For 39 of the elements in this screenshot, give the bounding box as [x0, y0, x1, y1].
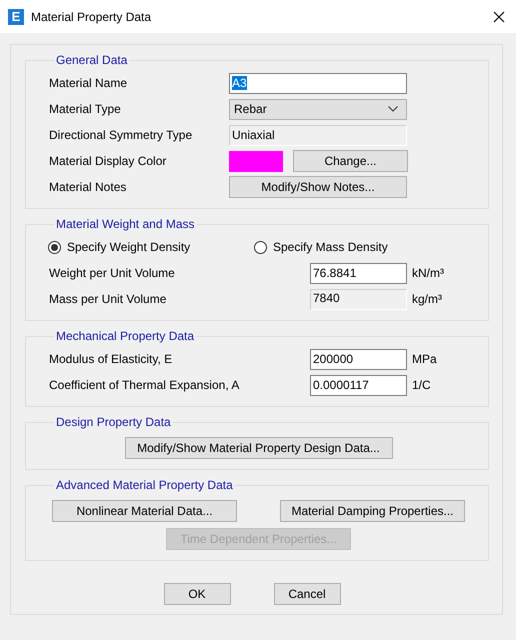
number-field[interactable]: 0.0000117	[310, 374, 407, 396]
unit-label: 1/C	[412, 378, 431, 392]
unit-label: kg/m³	[412, 292, 442, 306]
field-label: Mass per Unit Volume	[49, 292, 168, 306]
radio-button[interactable]	[254, 240, 267, 254]
field-label: Material Notes	[49, 180, 128, 194]
group-title: Advanced Material Property Data	[55, 478, 234, 492]
notes-button[interactable]: Modify/Show Notes...	[229, 176, 407, 198]
window-title: Material Property Data	[31, 10, 152, 24]
field-label: Material Name	[49, 76, 128, 90]
group-title: General Data	[55, 53, 128, 67]
radio-button[interactable]	[48, 240, 61, 254]
dropdown[interactable]: Rebar	[229, 98, 407, 120]
number-field[interactable]: 200000	[310, 348, 407, 370]
ok-button[interactable]: OK	[164, 583, 230, 605]
group-title: Material Weight and Mass	[55, 217, 196, 231]
field-label: Material Display Color	[49, 154, 168, 168]
action-button[interactable]: Nonlinear Material Data...	[52, 500, 237, 522]
number-field[interactable]: 76.8841	[310, 262, 407, 284]
field-label: Modulus of Elasticity, E	[49, 352, 174, 366]
close-button[interactable]	[493, 10, 505, 22]
change-button[interactable]: Change...	[293, 150, 408, 172]
group-title: Design Property Data	[55, 415, 172, 429]
cancel-button[interactable]: Cancel	[274, 583, 340, 605]
unit-label: MPa	[412, 352, 437, 366]
action-button[interactable]: Modify/Show Material Property Design Data...	[124, 437, 392, 459]
text-field[interactable]: A3	[229, 72, 407, 94]
field-label: Coefficient of Thermal Expansion, A	[49, 378, 240, 392]
radio-label[interactable]: Specify Weight Density	[67, 240, 190, 254]
field-label: Material Type	[49, 102, 122, 116]
action-button[interactable]: Material Damping Properties...	[280, 500, 465, 522]
field-label: Weight per Unit Volume	[49, 266, 176, 280]
unit-label: kN/m³	[412, 266, 444, 280]
color-swatch[interactable]	[229, 150, 283, 172]
radio-label[interactable]: Specify Mass Density	[273, 240, 388, 254]
chevron-down-icon	[388, 106, 398, 112]
group-title: Mechanical Property Data	[55, 329, 196, 343]
field-label: Directional Symmetry Type	[49, 128, 194, 142]
app-icon: E	[8, 8, 24, 24]
